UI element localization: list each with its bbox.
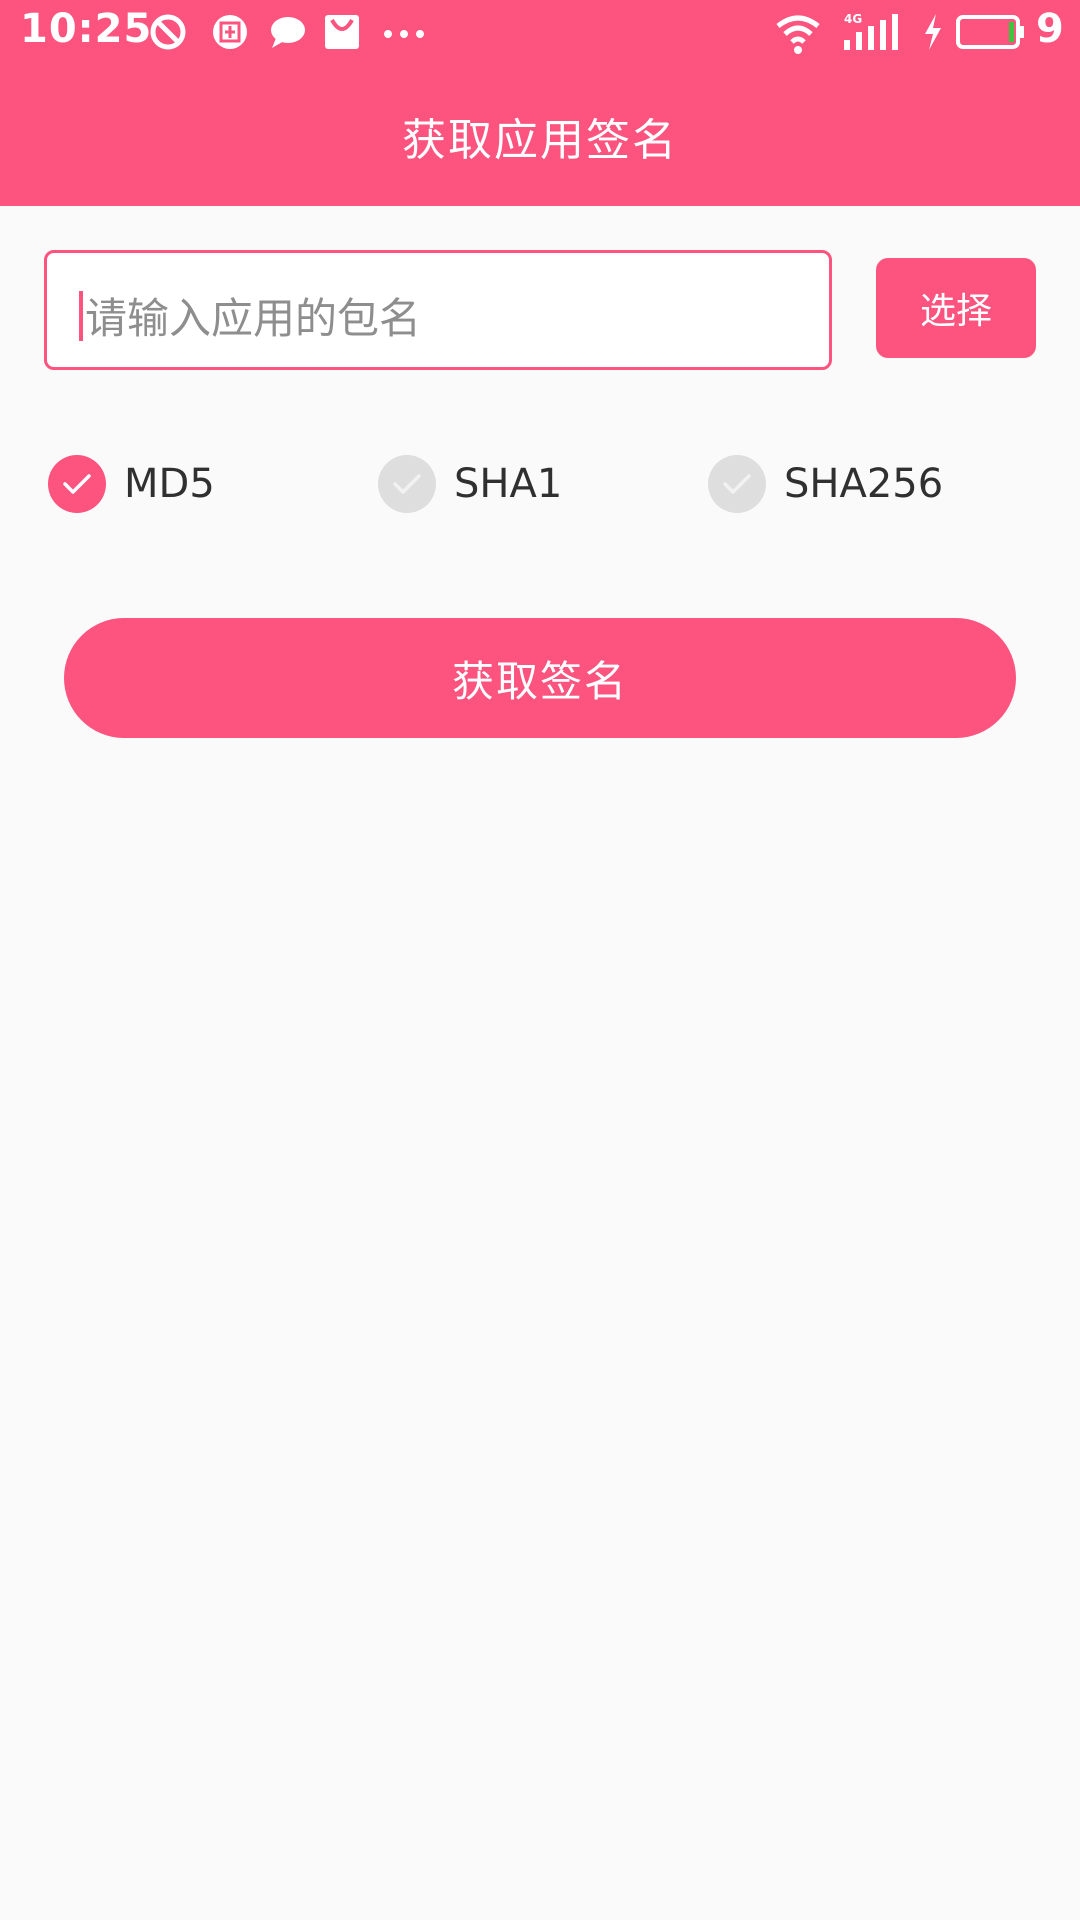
md5-checked-icon[interactable] [48,455,106,513]
network-type-label: 4G [844,12,862,26]
meituan-icon [210,12,250,56]
option-sha1-label: SHA1 [454,461,563,507]
app-header: 10:25 4G 9 获取应用签名 [0,0,1080,206]
status-time: 10:25 [20,6,153,52]
battery-icon [956,14,1026,54]
battery-level: 9 [1036,6,1064,52]
option-md5-label: MD5 [124,461,215,507]
shopping-bag-icon [322,12,362,56]
page-title: 获取应用签名 [402,115,678,166]
select-app-button[interactable]: 选择 [876,258,1036,358]
get-signature-button[interactable]: 获取签名 [64,618,1016,738]
package-name-placeholder: 请输入应用的包名 [85,294,422,343]
status-bar: 10:25 4G 9 [0,0,1080,68]
sha256-unchecked-icon[interactable] [708,455,766,513]
dnd-icon [148,12,188,56]
option-sha256[interactable]: SHA256 [708,454,943,514]
signal-icon: 4G [842,12,900,60]
option-md5[interactable]: MD5 [48,454,215,514]
charging-icon [922,12,944,56]
option-sha1[interactable]: SHA1 [378,454,562,514]
option-sha256-label: SHA256 [784,461,944,507]
chat-bubble-icon [268,12,308,56]
wifi-icon [774,12,822,60]
text-caret [79,291,83,341]
sha1-unchecked-icon[interactable] [378,455,436,513]
more-dots-icon [382,12,426,56]
package-name-input[interactable]: 请输入应用的包名 [44,250,832,370]
